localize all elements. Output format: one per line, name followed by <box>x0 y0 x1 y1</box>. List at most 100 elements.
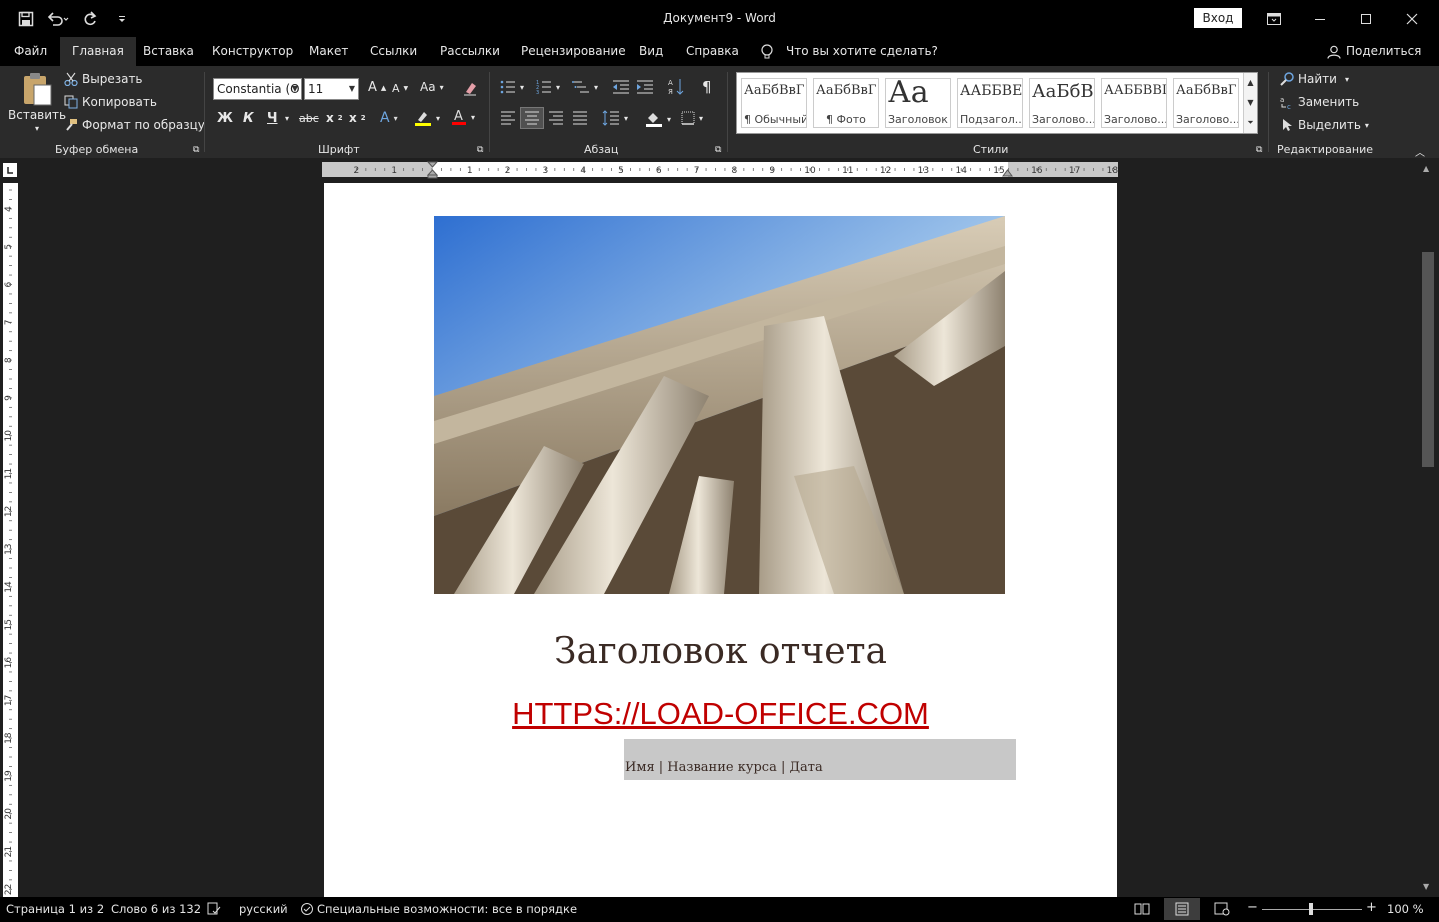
justify-icon[interactable] <box>572 111 588 125</box>
font-size-select[interactable]: 11 ▼ <box>304 78 359 100</box>
scroll-up-icon[interactable]: ▲ <box>1423 164 1429 173</box>
shading-icon[interactable]: ▾ <box>645 110 671 128</box>
close-icon[interactable] <box>1389 0 1435 37</box>
collapse-ribbon-icon[interactable]: ︿ <box>1415 144 1425 159</box>
increase-indent-icon[interactable] <box>636 80 654 94</box>
tab-layout[interactable]: Макет <box>309 37 348 66</box>
style-title[interactable]: Аа Заголовок <box>885 78 951 128</box>
text-effects-icon[interactable]: A ▾ <box>380 110 398 126</box>
shrink-font-icon[interactable]: A ▼ <box>392 82 408 95</box>
tab-view[interactable]: Вид <box>639 37 663 66</box>
style-photo[interactable]: АаБбВвГ ¶ Фото <box>813 78 879 128</box>
minimize-icon[interactable] <box>1297 0 1343 37</box>
style-heading2[interactable]: ААББВВІ Заголово... <box>1101 78 1167 128</box>
page-count[interactable]: Страница 1 из 2 <box>6 902 104 916</box>
styles-gallery-scroll[interactable]: ▲ ▼ ⏷ <box>1243 73 1257 133</box>
format-painter-button[interactable]: Формат по образцу <box>64 118 205 132</box>
replace-icon: ac <box>1280 96 1291 109</box>
bullets-icon[interactable]: ▾ <box>500 80 524 94</box>
align-left-icon[interactable] <box>500 111 516 125</box>
font-launcher-icon[interactable]: ⧉ <box>477 145 483 155</box>
superscript-icon[interactable]: x2 <box>349 111 366 125</box>
underline-button[interactable]: Ч <box>267 111 278 126</box>
horizontal-ruler[interactable]: 21123456789101112131415161718 <box>322 161 1118 179</box>
indent-marker-icon[interactable] <box>427 161 438 179</box>
find-button[interactable]: Найти ▾ <box>1280 72 1349 86</box>
proofing-icon[interactable] <box>207 902 221 919</box>
web-layout-icon[interactable] <box>1214 902 1230 919</box>
subscript-icon[interactable]: x2 <box>326 111 343 125</box>
language[interactable]: русский <box>239 902 288 916</box>
bold-button[interactable]: Ж <box>217 111 233 126</box>
subtitle-placeholder[interactable]: Имя | Название курса | Дата <box>624 739 1016 780</box>
change-case-icon[interactable]: Aa ▾ <box>420 80 444 94</box>
replace-button[interactable]: ac Заменить <box>1280 95 1359 109</box>
zoom-out-icon[interactable]: − <box>1247 900 1258 915</box>
multilevel-list-icon[interactable]: ▾ <box>572 80 598 94</box>
status-bar: Страница 1 из 2 Слово 6 из 132 русский С… <box>0 897 1439 922</box>
read-mode-icon[interactable] <box>1134 902 1150 919</box>
tab-selector[interactable] <box>0 160 20 180</box>
zoom-level[interactable]: 100 % <box>1387 902 1424 916</box>
vertical-ruler[interactable]: 4 5 6 7 8 9 10 11 12 13 14 15 16 17 18 19 20 21 22 <box>3 183 18 897</box>
tab-design[interactable]: Конструктор <box>212 37 293 66</box>
style-heading1[interactable]: АаБбВ Заголово... <box>1029 78 1095 128</box>
show-formatting-marks-icon[interactable]: ¶ <box>702 78 712 96</box>
style-heading3[interactable]: АаБбВвГ Заголово... <box>1173 78 1239 128</box>
gallery-up-icon[interactable]: ▲ <box>1244 73 1257 93</box>
paragraph-launcher-icon[interactable]: ⧉ <box>715 145 721 155</box>
scroll-down-icon[interactable]: ▼ <box>1423 882 1429 891</box>
print-layout-icon[interactable] <box>1164 898 1200 920</box>
share-button[interactable]: Поделиться <box>1327 37 1421 66</box>
tab-help[interactable]: Справка <box>686 37 739 66</box>
tab-file[interactable]: Файл <box>14 37 47 66</box>
cut-button[interactable]: Вырезать <box>64 72 143 86</box>
highlight-icon[interactable]: ▾ <box>414 109 440 127</box>
cut-label: Вырезать <box>82 72 143 86</box>
sort-icon[interactable]: AЯ <box>668 78 684 96</box>
strikethrough-button[interactable]: abc <box>299 112 319 125</box>
tab-mailings[interactable]: Рассылки <box>440 37 500 66</box>
grow-font-icon[interactable]: A ▲ <box>368 80 386 95</box>
tell-me-box[interactable]: Что вы хотите сделать? <box>760 37 938 66</box>
tab-references[interactable]: Ссылки <box>370 37 417 66</box>
document-page[interactable]: Заголовок отчета HTTPS://LOAD-OFFICE.COM… <box>324 183 1117 897</box>
zoom-slider-thumb[interactable] <box>1309 903 1313 915</box>
ribbon-display-options-icon[interactable] <box>1251 0 1297 37</box>
underline-dropdown-icon[interactable]: ▾ <box>285 114 289 123</box>
zoom-in-icon[interactable]: + <box>1366 900 1377 915</box>
copy-button[interactable]: Копировать <box>64 95 157 109</box>
tab-insert[interactable]: Вставка <box>143 37 194 66</box>
sign-in-button[interactable]: Вход <box>1194 8 1242 28</box>
accessibility-status[interactable]: Специальные возможности: все в порядке <box>300 902 577 916</box>
style-subtitle[interactable]: ААББВЕ Подзагол... <box>957 78 1023 128</box>
cursor-icon <box>1283 119 1292 131</box>
styles-launcher-icon[interactable]: ⧉ <box>1256 145 1262 155</box>
tab-home[interactable]: Главная <box>60 37 136 66</box>
paste-button[interactable]: Вставить ▾ <box>8 72 66 133</box>
tab-review[interactable]: Рецензирование <box>521 37 626 66</box>
report-title[interactable]: Заголовок отчета <box>324 631 1117 672</box>
report-link[interactable]: HTTPS://LOAD-OFFICE.COM <box>324 696 1117 732</box>
right-indent-marker-icon[interactable] <box>1002 167 1013 177</box>
numbering-icon[interactable]: 1 2 3 ▾ <box>536 80 560 94</box>
scroll-thumb[interactable] <box>1422 252 1434 467</box>
vertical-scrollbar[interactable]: ▲ ▼ <box>1419 160 1439 897</box>
word-count[interactable]: Слово 6 из 132 <box>111 902 201 916</box>
font-color-icon[interactable]: A ▾ <box>451 108 475 126</box>
align-right-icon[interactable] <box>548 111 564 125</box>
maximize-icon[interactable] <box>1343 0 1389 37</box>
cover-photo[interactable] <box>434 216 1005 594</box>
decrease-indent-icon[interactable] <box>612 80 630 94</box>
gallery-more-icon[interactable]: ⏷ <box>1244 113 1257 133</box>
clear-formatting-icon[interactable] <box>462 80 478 96</box>
select-button[interactable]: Выделить ▾ <box>1280 118 1369 132</box>
clipboard-launcher-icon[interactable]: ⧉ <box>193 145 199 155</box>
font-family-select[interactable]: Constantia (О ▼ <box>213 78 302 100</box>
line-spacing-icon[interactable]: ▾ <box>602 110 628 126</box>
align-center-icon[interactable] <box>520 107 544 129</box>
gallery-down-icon[interactable]: ▼ <box>1244 93 1257 113</box>
style-normal[interactable]: АаБбВвГ ¶ Обычный <box>741 78 807 128</box>
italic-button[interactable]: К <box>243 111 254 126</box>
borders-icon[interactable]: ▾ <box>681 111 703 125</box>
